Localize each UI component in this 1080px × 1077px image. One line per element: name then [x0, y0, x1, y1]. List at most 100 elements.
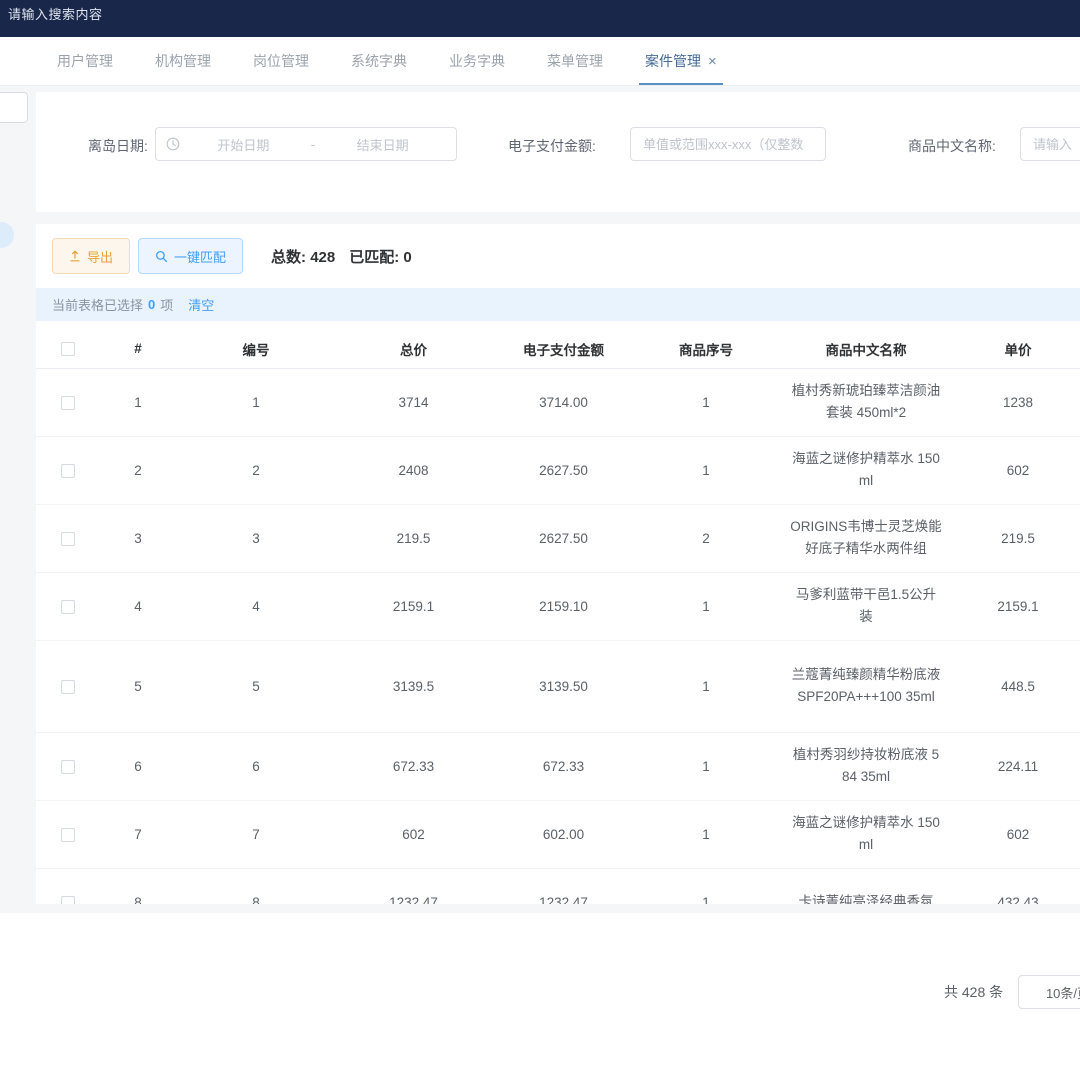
- table-row: 6 6 672.33 672.33 1 植村秀羽纱持妆粉底液 584 35ml …: [36, 732, 1080, 800]
- tab-label: 案件管理: [645, 51, 701, 71]
- cell-unit: 432.43: [956, 868, 1080, 904]
- header-total-price: 总价: [336, 330, 491, 368]
- cell-code: 1: [176, 368, 336, 436]
- matched-count-value: 0: [403, 249, 411, 266]
- payment-filter-label: 电子支付金额:: [508, 136, 596, 156]
- cell-seq: 1: [636, 436, 776, 504]
- cell-product-name: 兰蔻菁纯臻颜精华粉底液SPF20PA+++100 35ml: [790, 664, 942, 708]
- row-checkbox[interactable]: [61, 600, 75, 614]
- cell-product-name: 马爹利蓝带干邑1.5公升装: [790, 584, 942, 628]
- page: 请输入搜索内容 用户管理 机构管理 岗位管理 系统字典 业务字典 菜单管理 案件…: [0, 0, 1080, 1077]
- select-all-checkbox[interactable]: [61, 342, 75, 356]
- tab-case-mgmt[interactable]: 案件管理 ×: [645, 37, 717, 85]
- date-range-picker[interactable]: 开始日期 - 结束日期: [155, 127, 457, 161]
- cell-epay: 3139.50: [491, 640, 636, 732]
- cell-code: 7: [176, 800, 336, 868]
- tab-menu-mgmt[interactable]: 菜单管理: [547, 37, 603, 85]
- row-checkbox[interactable]: [61, 828, 75, 842]
- cell-index: 2: [100, 436, 176, 504]
- cell-total: 2408: [336, 436, 491, 504]
- clock-icon: [166, 137, 180, 151]
- global-search-input[interactable]: 请输入搜索内容: [8, 4, 103, 23]
- page-size-select[interactable]: 10条/页: [1018, 975, 1080, 1009]
- table-row: 2 2 2408 2627.50 1 海蓝之谜修护精萃水 150ml 602: [36, 436, 1080, 504]
- product-name-input[interactable]: [1020, 127, 1080, 161]
- collapsed-panel-fragment: [0, 92, 28, 123]
- cell-total: 2159.1: [336, 572, 491, 640]
- cell-total: 1232.47: [336, 868, 491, 904]
- cell-total: 672.33: [336, 732, 491, 800]
- cell-seq: 1: [636, 800, 776, 868]
- cell-index: 1: [100, 368, 176, 436]
- row-checkbox[interactable]: [61, 464, 75, 478]
- cell-product-name: 海蓝之谜修护精萃水 150ml: [790, 448, 942, 492]
- export-button[interactable]: 导出: [52, 238, 130, 274]
- cell-code: 6: [176, 732, 336, 800]
- cell-unit: 224.11: [956, 732, 1080, 800]
- row-checkbox[interactable]: [61, 896, 75, 904]
- payment-amount-input[interactable]: [630, 127, 826, 161]
- cell-code: 2: [176, 436, 336, 504]
- tab-biz-dict[interactable]: 业务字典: [449, 37, 505, 85]
- cell-index: 6: [100, 732, 176, 800]
- row-checkbox[interactable]: [61, 396, 75, 410]
- one-click-match-button[interactable]: 一键匹配: [138, 238, 243, 274]
- cell-seq: 1: [636, 368, 776, 436]
- filter-panel: 离岛日期: 开始日期 - 结束日期 电子支付金额: 商品中文名称:: [36, 92, 1080, 212]
- table-row: 1 1 3714 3714.00 1 植村秀新琥珀臻萃洁颜油套装 450ml*2…: [36, 368, 1080, 436]
- header-select-all: [36, 330, 100, 368]
- cell-seq: 1: [636, 868, 776, 904]
- header-product-name: 商品中文名称: [776, 330, 956, 368]
- tab-post-mgmt[interactable]: 岗位管理: [253, 37, 309, 85]
- cell-unit: 448.5: [956, 640, 1080, 732]
- cell-unit: 1238: [956, 368, 1080, 436]
- total-count-value: 428: [310, 249, 335, 266]
- tab-bar: 用户管理 机构管理 岗位管理 系统字典 业务字典 菜单管理 案件管理 ×: [0, 37, 1080, 86]
- table-row: 4 4 2159.1 2159.10 1 马爹利蓝带干邑1.5公升装 2159.…: [36, 572, 1080, 640]
- tab-label: 业务字典: [449, 51, 505, 71]
- date-filter-label: 离岛日期:: [88, 136, 148, 156]
- tab-sys-dict[interactable]: 系统字典: [351, 37, 407, 85]
- row-checkbox[interactable]: [61, 760, 75, 774]
- row-checkbox[interactable]: [61, 532, 75, 546]
- cell-seq: 1: [636, 572, 776, 640]
- cell-code: 5: [176, 640, 336, 732]
- cell-code: 8: [176, 868, 336, 904]
- cell-product-name: 植村秀新琥珀臻萃洁颜油套装 450ml*2: [790, 380, 942, 424]
- row-checkbox[interactable]: [61, 680, 75, 694]
- clear-selection-link[interactable]: 清空: [188, 295, 214, 314]
- cell-epay: 1232.47: [491, 868, 636, 904]
- close-icon[interactable]: ×: [708, 54, 717, 69]
- tab-org-mgmt[interactable]: 机构管理: [155, 37, 211, 85]
- tab-label: 岗位管理: [253, 51, 309, 71]
- tab-label: 系统字典: [351, 51, 407, 71]
- selection-suffix: 项: [160, 295, 173, 314]
- cell-unit: 602: [956, 436, 1080, 504]
- end-date-placeholder[interactable]: 结束日期: [319, 135, 446, 154]
- matched-count: 已匹配: 0: [349, 246, 412, 267]
- cell-unit: 2159.1: [956, 572, 1080, 640]
- table-row-clipped: 8 8 1232.47 1232.47 1 卡诗菁纯亮泽经典香氛 432.43: [36, 868, 1080, 904]
- start-date-placeholder[interactable]: 开始日期: [180, 135, 307, 154]
- cell-epay: 2627.50: [491, 436, 636, 504]
- cell-index: 8: [100, 868, 176, 904]
- header-code: 编号: [176, 330, 336, 368]
- date-separator: -: [307, 137, 319, 152]
- cell-index: 4: [100, 572, 176, 640]
- cell-total: 602: [336, 800, 491, 868]
- table-stats: 总数: 428 已匹配: 0: [271, 246, 412, 267]
- cell-epay: 2627.50: [491, 504, 636, 572]
- cell-unit: 602: [956, 800, 1080, 868]
- page-size-value: 10条/页: [1046, 983, 1080, 1002]
- header-index: #: [100, 330, 176, 368]
- tab-user-mgmt[interactable]: 用户管理: [57, 37, 113, 85]
- table-row: 5 5 3139.5 3139.50 1 兰蔻菁纯臻颜精华粉底液SPF20PA+…: [36, 640, 1080, 732]
- cell-epay: 672.33: [491, 732, 636, 800]
- header-epay-amount: 电子支付金额: [491, 330, 636, 368]
- case-table-card: 导出 一键匹配 总数: 428 已匹配: 0 当: [36, 224, 1080, 904]
- table-toolbar: 导出 一键匹配 总数: 428 已匹配: 0: [52, 238, 412, 274]
- tab-label: 菜单管理: [547, 51, 603, 71]
- total-count: 总数: 428: [271, 246, 335, 267]
- cell-index: 5: [100, 640, 176, 732]
- table-header-row: # 编号 总价 电子支付金额 商品序号 商品中文名称 单价: [36, 330, 1080, 368]
